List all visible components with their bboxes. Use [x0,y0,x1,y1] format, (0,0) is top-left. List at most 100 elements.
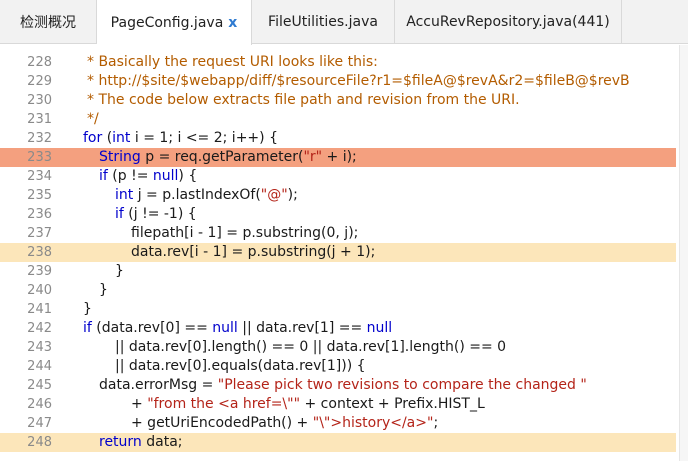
tab-accurevrepository-java[interactable]: AccuRevRepository.java(441) [395,0,622,44]
code-token: || data.rev[0].equals(data.rev[1])) { [115,358,366,374]
code-token: ; [433,415,439,431]
code-line: 232 for (int i = 1; i <= 2; i++) { [0,129,676,148]
line-number: 242 [27,321,52,336]
tab-fileutilities-java[interactable]: FileUtilities.java [252,0,395,44]
tab-label: FileUtilities.java [268,14,378,30]
tab-pageconfig-java[interactable]: PageConfig.java x [97,0,252,45]
code-token: */ [87,111,99,127]
line-number: 233 [27,150,52,165]
code-line: 243 || data.rev[0].length() == 0 || data.… [0,338,676,357]
code-line: 231 */ [0,110,676,129]
line-number: 234 [27,169,52,184]
code-line: 234 if (p != null) { [0,167,676,186]
code-token: null [366,320,393,336]
line-code: } [83,300,92,319]
code-token: + getUriEncodedPath() + [131,415,313,431]
line-code: if (j != -1) { [115,205,197,224]
code-token: data.rev[i - 1] = p.substring(j + 1); [131,244,376,260]
code-line: 248 return data; [0,433,676,452]
line-number: 236 [27,207,52,222]
code-token: null [152,168,179,184]
line-code: if (data.rev[0] == null || data.rev[1] =… [83,319,392,338]
code-line: 246 + "from the <a href=\"" + context + P… [0,395,676,414]
line-code: if (p != null) { [99,167,197,186]
code-token: } [115,263,124,279]
line-code: } [115,262,124,281]
line-code: */ [87,110,99,129]
code-line: 229 * http://$site/$webapp/diff/$resource… [0,72,676,91]
code-line: 247 + getUriEncodedPath() + "\">history</… [0,414,676,433]
line-number: 241 [27,302,52,317]
code-token: "r" [303,149,323,165]
code-token: ) { [178,168,198,184]
code-token: data.errorMsg = [99,377,218,393]
code-line: 238 data.rev[i - 1] = p.substring(j + 1); [0,243,676,262]
line-number: 237 [27,226,52,241]
code-token: p = req.getParameter( [140,149,304,165]
tab-label: PageConfig.java [110,14,224,31]
code-token: ); [287,187,298,203]
code-token: data; [141,434,183,450]
line-code: String p = req.getParameter("r" + i); [99,148,357,167]
line-number: 246 [27,397,52,412]
code-token: "from the <a href=\"" [147,396,301,412]
code-line: 235 int j = p.lastIndexOf("@"); [0,186,676,205]
line-number: 243 [27,340,52,355]
code-line: 245 data.errorMsg = "Please pick two revi… [0,376,676,395]
line-number: 240 [27,283,52,298]
code-token: + [131,396,148,412]
code-token: (data.rev[0] == [91,320,213,336]
line-code: } [99,281,108,300]
line-number: 229 [27,74,52,89]
line-number: 231 [27,112,52,127]
code-token: return [99,434,142,450]
line-number: 239 [27,264,52,279]
line-number: 244 [27,359,52,374]
code-token: i = 1; i <= 2; i++) { [130,130,278,146]
close-icon[interactable]: x [228,15,237,31]
code-token: j = p.lastIndexOf( [133,187,261,203]
code-token: * http://$site/$webapp/diff/$resourceFil… [87,73,630,89]
code-line: 239} [0,262,676,281]
code-token: null [212,320,238,336]
code-token: if [99,168,108,184]
line-number: 228 [27,55,52,70]
line-number: 247 [27,416,52,431]
tab-overview[interactable]: 检测概况 [0,0,97,44]
line-code: || data.rev[0].equals(data.rev[1])) { [115,357,366,376]
line-code: return data; [99,433,183,452]
editor-tab-bar: 检测概况 PageConfig.java x FileUtilities.jav… [0,0,688,45]
code-line: 242 if (data.rev[0] == null || data.rev[1… [0,319,676,338]
code-token: int [112,130,131,146]
line-number: 248 [27,435,52,450]
code-token: (j != -1) { [123,206,197,222]
line-code: int j = p.lastIndexOf("@"); [115,186,298,205]
code-token: || data.rev[0].length() == 0 || data.rev… [115,339,507,355]
code-token: + context + Prefix.HIST_L [300,396,485,412]
line-code: || data.rev[0].length() == 0 || data.rev… [115,338,506,357]
code-line: 241} [0,300,676,319]
code-editor[interactable]: 228 * Basically the request URI looks lik… [0,45,688,461]
tab-label: AccuRevRepository.java(441) [406,14,610,30]
line-code: for (int i = 1; i <= 2; i++) { [83,129,278,148]
code-token: String [99,149,141,165]
line-code: data.errorMsg = "Please pick two revisio… [99,376,587,395]
line-code: filepath[i - 1] = p.substring(0, j); [131,224,358,243]
line-code: * http://$site/$webapp/diff/$resourceFil… [87,72,630,91]
line-number: 245 [27,378,52,393]
code-token: ( [102,130,113,146]
code-token: * The code below extracts file path and … [87,92,520,108]
line-code: * The code below extracts file path and … [87,91,520,110]
code-line: 240} [0,281,676,300]
code-token: (p != [107,168,153,184]
code-token: "Please pick two revisions to compare th… [217,377,587,393]
code-line: 237 filepath[i - 1] = p.substring(0, j); [0,224,676,243]
code-token: } [99,282,108,298]
code-token: "@" [260,187,288,203]
code-line: 233 String p = req.getParameter("r" + i); [0,148,676,167]
code-line: 230 * The code below extracts file path a… [0,91,676,110]
vertical-scrollbar[interactable] [679,45,688,461]
code-token: * Basically the request URI looks like t… [87,54,378,70]
line-number: 235 [27,188,52,203]
code-token: int [115,187,134,203]
